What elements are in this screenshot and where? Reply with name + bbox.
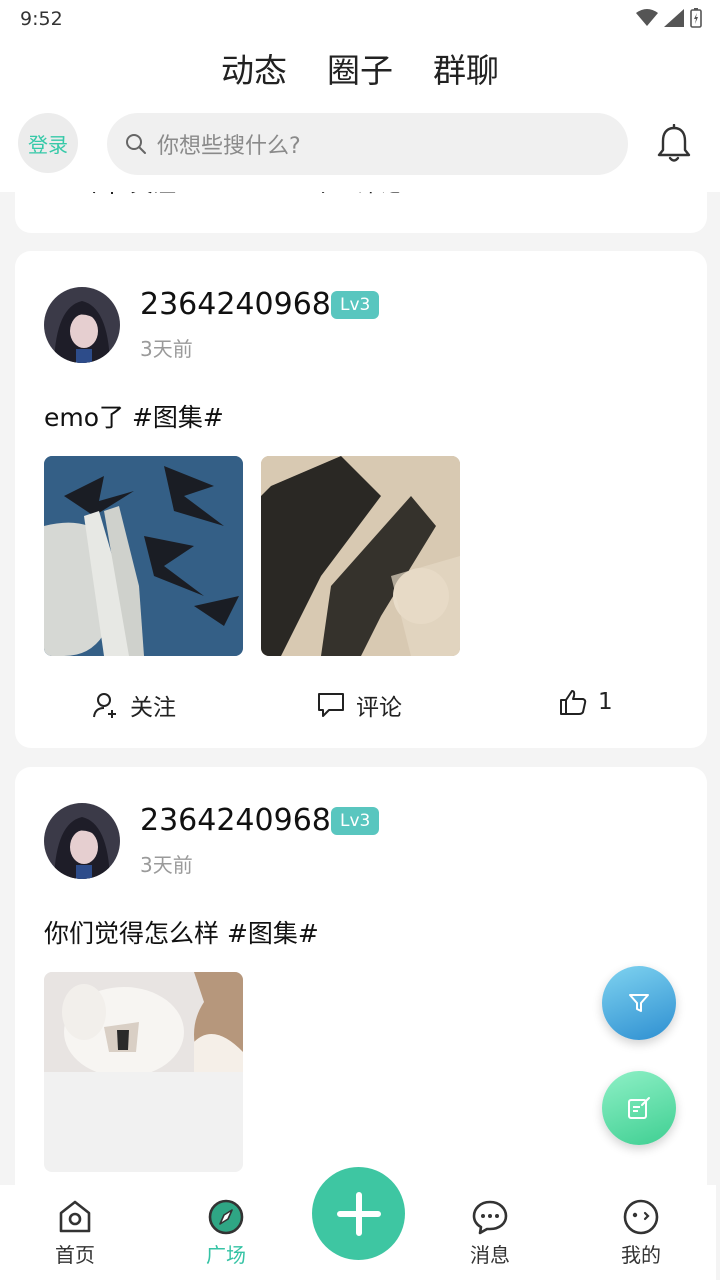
post-image[interactable] bbox=[44, 972, 243, 1172]
post-image[interactable] bbox=[44, 456, 243, 656]
chat-icon bbox=[472, 1200, 508, 1235]
search-row: 登录 你想些搜什么? bbox=[0, 100, 720, 192]
post-card[interactable]: 2364240968 Lv3 3天前 emo了 #图集# 关注 评论 1 bbox=[15, 251, 707, 748]
status-bar: 9:52 bbox=[0, 0, 720, 38]
post-text[interactable]: 你们觉得怎么样 #图集# bbox=[44, 914, 319, 950]
thumbs-up-icon bbox=[560, 690, 587, 715]
filter-icon bbox=[629, 994, 649, 1012]
avatar[interactable] bbox=[44, 287, 120, 363]
add-post-button[interactable] bbox=[312, 1167, 405, 1260]
search-icon bbox=[126, 134, 146, 154]
wifi-icon bbox=[636, 9, 658, 26]
status-time: 9:52 bbox=[20, 8, 63, 30]
home-icon bbox=[59, 1200, 91, 1233]
tab-circles[interactable]: 圈子 bbox=[327, 38, 393, 90]
level-badge: Lv3 bbox=[331, 291, 380, 319]
cellular-icon bbox=[664, 9, 684, 27]
nav-mine[interactable]: 我的 bbox=[601, 1197, 681, 1268]
post-card[interactable]: 2364240968 Lv3 3天前 你们觉得怎么样 #图集# bbox=[15, 767, 707, 1185]
post-text[interactable]: emo了 #图集# bbox=[44, 398, 224, 434]
bell-icon[interactable] bbox=[656, 124, 692, 164]
search-placeholder: 你想些搜什么? bbox=[157, 134, 301, 159]
login-button[interactable]: 登录 bbox=[18, 113, 78, 173]
avatar[interactable] bbox=[44, 803, 120, 879]
edit-icon bbox=[628, 1097, 650, 1119]
username[interactable]: 2364240968 bbox=[140, 287, 331, 322]
status-icons bbox=[636, 8, 702, 28]
post-actions: 关注 评论 2 bbox=[15, 192, 707, 214]
compose-button[interactable] bbox=[602, 1071, 676, 1145]
comment-icon bbox=[322, 192, 325, 193]
nav-messages[interactable]: 消息 bbox=[450, 1197, 530, 1268]
follow-button[interactable]: 关注 bbox=[92, 192, 176, 198]
battery-icon bbox=[690, 8, 702, 28]
post-actions: 关注 评论 1 bbox=[15, 682, 707, 732]
follow-icon bbox=[93, 192, 113, 194]
level-badge: Lv3 bbox=[331, 807, 380, 835]
tab-dynamics[interactable]: 动态 bbox=[221, 38, 287, 90]
username[interactable]: 2364240968 bbox=[140, 803, 331, 838]
feed[interactable]: 关注 评论 2 2364240968 Lv3 3天前 emo了 bbox=[0, 192, 720, 1185]
post-image[interactable] bbox=[261, 456, 460, 656]
post-time: 3天前 bbox=[140, 853, 193, 877]
tab-group-chat[interactable]: 群聊 bbox=[433, 38, 499, 90]
face-icon bbox=[623, 1199, 659, 1235]
comment-button[interactable]: 评论 bbox=[316, 192, 402, 198]
follow-button[interactable]: 关注 bbox=[92, 688, 176, 722]
top-tabs: 动态 圈子 群聊 bbox=[0, 38, 720, 100]
plus-icon bbox=[336, 1191, 381, 1236]
filter-button[interactable] bbox=[602, 966, 676, 1040]
compass-icon bbox=[208, 1199, 244, 1235]
post-time: 3天前 bbox=[140, 337, 193, 361]
post-card-partial[interactable]: 关注 评论 2 bbox=[15, 192, 707, 233]
nav-home[interactable]: 首页 bbox=[35, 1197, 115, 1268]
comment-icon bbox=[318, 693, 344, 717]
like-button[interactable]: 1 bbox=[558, 688, 613, 716]
comment-button[interactable]: 评论 bbox=[316, 688, 402, 722]
nav-square[interactable]: 广场 bbox=[186, 1197, 266, 1268]
search-input[interactable]: 你想些搜什么? bbox=[107, 113, 628, 175]
follow-icon bbox=[93, 693, 116, 718]
